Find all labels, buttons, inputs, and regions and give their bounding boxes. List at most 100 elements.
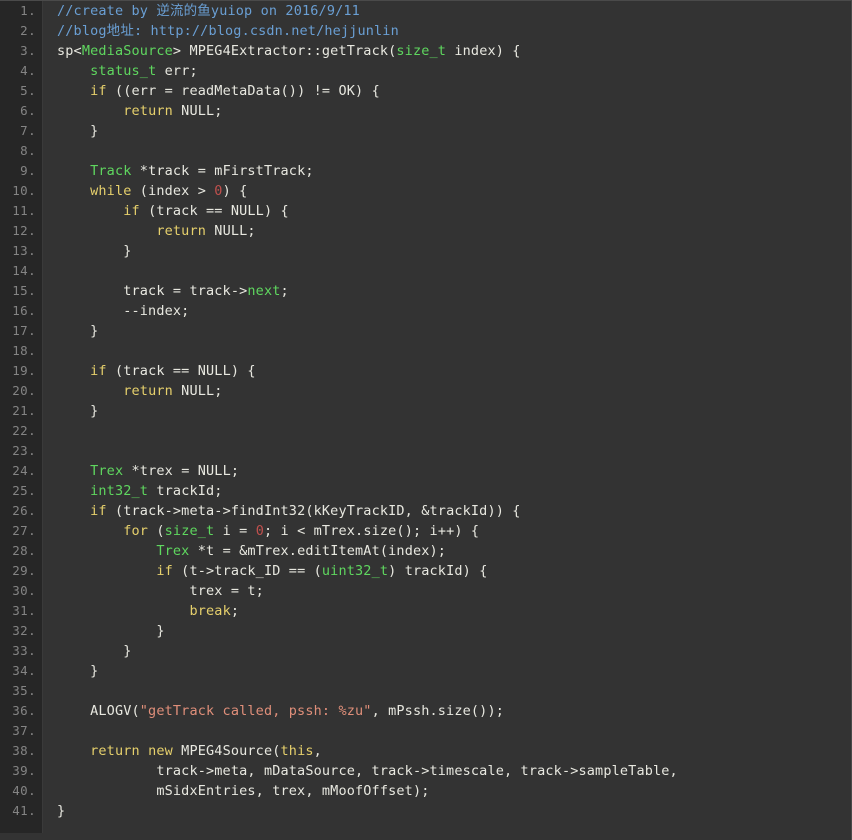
code-line[interactable]: 1.//create by 逆流的鱼yuiop on 2016/9/11 xyxy=(0,1,852,21)
code-token xyxy=(57,483,90,499)
code-token: } xyxy=(57,663,98,679)
code-line-text: } xyxy=(57,661,98,681)
code-token xyxy=(57,223,156,239)
code-token: } xyxy=(57,243,132,259)
code-line[interactable]: 23. xyxy=(0,441,852,461)
code-token: index) { xyxy=(446,43,521,59)
code-line[interactable]: 40. mSidxEntries, trex, mMoofOffset); xyxy=(0,781,852,801)
code-line-text: sp<MediaSource> MPEG4Extractor::getTrack… xyxy=(57,41,521,61)
code-line-text: status_t err; xyxy=(57,61,198,81)
line-number: 1. xyxy=(0,1,36,21)
code-line[interactable]: 27. for (size_t i = 0; i < mTrex.size();… xyxy=(0,521,852,541)
code-line[interactable]: 28. Trex *t = &mTrex.editItemAt(index); xyxy=(0,541,852,561)
code-token xyxy=(57,383,123,399)
code-token: return xyxy=(123,383,173,399)
code-line[interactable]: 35. xyxy=(0,681,852,701)
code-line-text: trex = t; xyxy=(57,581,264,601)
code-line[interactable]: 7. } xyxy=(0,121,852,141)
code-line-text: return NULL; xyxy=(57,221,256,241)
code-line-text: ALOGV("getTrack called, pssh: %zu", mPss… xyxy=(57,701,504,721)
line-number: 25. xyxy=(0,481,36,501)
line-number: 19. xyxy=(0,361,36,381)
code-token: next xyxy=(247,283,280,299)
code-token: } xyxy=(57,803,65,819)
code-line-text: track->meta, mDataSource, track->timesca… xyxy=(57,761,678,781)
code-line[interactable]: 14. xyxy=(0,261,852,281)
code-line-text: return NULL; xyxy=(57,381,223,401)
code-line[interactable]: 10. while (index > 0) { xyxy=(0,181,852,201)
code-token: if xyxy=(90,363,107,379)
code-viewer[interactable]: 1.//create by 逆流的鱼yuiop on 2016/9/112.//… xyxy=(0,0,852,840)
code-line-text: } xyxy=(57,241,132,261)
code-line[interactable]: 34. } xyxy=(0,661,852,681)
line-number: 33. xyxy=(0,641,36,661)
code-token xyxy=(57,743,90,759)
code-token xyxy=(57,563,156,579)
code-line-text: if (track->meta->findInt32(kKeyTrackID, … xyxy=(57,501,521,521)
code-line[interactable]: 32. } xyxy=(0,621,852,641)
line-number: 6. xyxy=(0,101,36,121)
code-line[interactable]: 20. return NULL; xyxy=(0,381,852,401)
code-line[interactable]: 15. track = track->next; xyxy=(0,281,852,301)
code-line[interactable]: 12. return NULL; xyxy=(0,221,852,241)
code-line[interactable]: 41.} xyxy=(0,801,852,821)
line-number: 34. xyxy=(0,661,36,681)
code-line[interactable]: 30. trex = t; xyxy=(0,581,852,601)
code-token: ) trackId) { xyxy=(388,563,487,579)
code-token xyxy=(57,463,90,479)
code-line[interactable]: 6. return NULL; xyxy=(0,101,852,121)
line-number: 12. xyxy=(0,221,36,241)
code-line[interactable]: 16. --index; xyxy=(0,301,852,321)
code-token: } xyxy=(57,323,98,339)
code-line[interactable]: 24. Trex *trex = NULL; xyxy=(0,461,852,481)
code-line[interactable]: 25. int32_t trackId; xyxy=(0,481,852,501)
code-token: track = track-> xyxy=(57,283,247,299)
code-line[interactable]: 38. return new MPEG4Source(this, xyxy=(0,741,852,761)
code-line-text: //blog地址: http://blog.csdn.net/hejjunlin xyxy=(57,21,399,41)
line-number: 21. xyxy=(0,401,36,421)
code-line-text: track = track->next; xyxy=(57,281,289,301)
code-token: } xyxy=(57,123,98,139)
code-line[interactable]: 31. break; xyxy=(0,601,852,621)
code-line[interactable]: 26. if (track->meta->findInt32(kKeyTrack… xyxy=(0,501,852,521)
code-line[interactable]: 17. } xyxy=(0,321,852,341)
line-number: 15. xyxy=(0,281,36,301)
code-token: , xyxy=(314,743,322,759)
code-line[interactable]: 33. } xyxy=(0,641,852,661)
code-line[interactable]: 4. status_t err; xyxy=(0,61,852,81)
code-line[interactable]: 19. if (track == NULL) { xyxy=(0,361,852,381)
code-line[interactable]: 5. if ((err = readMetaData()) != OK) { xyxy=(0,81,852,101)
code-line[interactable]: 13. } xyxy=(0,241,852,261)
line-number: 10. xyxy=(0,181,36,201)
code-token: } xyxy=(57,643,132,659)
code-line[interactable]: 3.sp<MediaSource> MPEG4Extractor::getTra… xyxy=(0,41,852,61)
line-number: 17. xyxy=(0,321,36,341)
code-token: --index; xyxy=(57,303,189,319)
line-number: 28. xyxy=(0,541,36,561)
code-token: ((err = readMetaData()) != OK) { xyxy=(107,83,380,99)
code-token: *track = mFirstTrack; xyxy=(132,163,314,179)
code-line[interactable]: 18. xyxy=(0,341,852,361)
code-line[interactable]: 8. xyxy=(0,141,852,161)
line-number: 11. xyxy=(0,201,36,221)
code-line[interactable]: 22. xyxy=(0,421,852,441)
code-token: i = xyxy=(214,523,255,539)
code-line[interactable]: 37. xyxy=(0,721,852,741)
code-line[interactable]: 11. if (track == NULL) { xyxy=(0,201,852,221)
code-line[interactable]: 2.//blog地址: http://blog.csdn.net/hejjunl… xyxy=(0,21,852,41)
code-line[interactable]: 21. } xyxy=(0,401,852,421)
code-line[interactable]: 39. track->meta, mDataSource, track->tim… xyxy=(0,761,852,781)
line-number: 27. xyxy=(0,521,36,541)
code-token: size_t xyxy=(165,523,215,539)
code-token: *trex = NULL; xyxy=(123,463,239,479)
code-line[interactable]: 36. ALOGV("getTrack called, pssh: %zu", … xyxy=(0,701,852,721)
code-token: for xyxy=(123,523,148,539)
line-number: 35. xyxy=(0,681,36,701)
code-token: while xyxy=(90,183,131,199)
code-token xyxy=(57,543,156,559)
code-token: if xyxy=(123,203,140,219)
code-token: if xyxy=(156,563,173,579)
line-number: 32. xyxy=(0,621,36,641)
code-line[interactable]: 9. Track *track = mFirstTrack; xyxy=(0,161,852,181)
code-line[interactable]: 29. if (t->track_ID == (uint32_t) trackI… xyxy=(0,561,852,581)
